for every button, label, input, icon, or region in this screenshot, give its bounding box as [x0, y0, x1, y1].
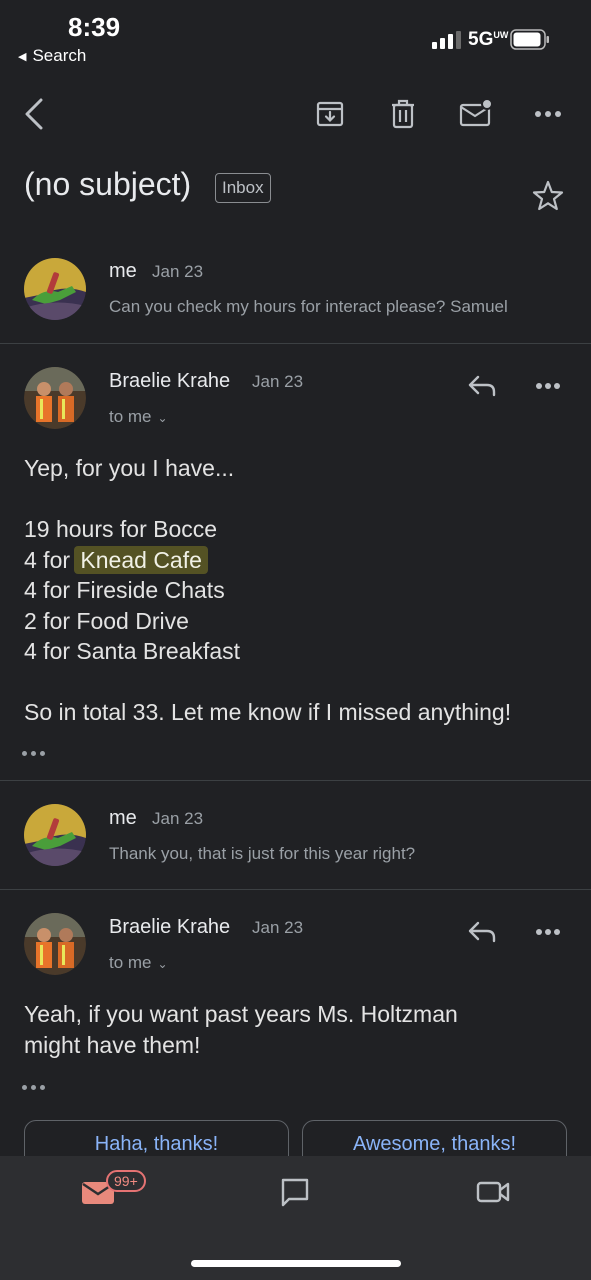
body-line: Yep, for you I have...: [24, 455, 235, 481]
recipient-details-toggle[interactable]: to me ⌄: [109, 407, 168, 427]
message-more-icon[interactable]: [528, 912, 568, 952]
divider: [0, 780, 591, 781]
avatar: [24, 258, 86, 320]
body-line: 4 for Santa Breakfast: [24, 638, 241, 664]
battery-icon: [510, 29, 549, 50]
show-trimmed-content-button[interactable]: [22, 743, 56, 763]
message-date: Jan 23: [252, 372, 304, 391]
body-line: Yeah, if you want past years Ms. Holtzma…: [24, 1001, 458, 1027]
message-date: Jan 23: [152, 262, 204, 281]
trash-icon[interactable]: [385, 96, 421, 132]
show-trimmed-content-button[interactable]: [22, 1077, 56, 1097]
archive-icon[interactable]: [312, 96, 348, 132]
more-options-icon[interactable]: [530, 96, 566, 132]
network-type: 5GUW: [468, 29, 508, 51]
network-label: 5G: [468, 29, 494, 50]
highlighted-term[interactable]: Knead Cafe: [74, 545, 208, 574]
thread-subject: (no subject): [24, 166, 192, 202]
body-line: 19 hours for Bocce: [24, 516, 218, 542]
back-to-search-link[interactable]: ◀ Search: [18, 46, 86, 66]
mark-unread-icon[interactable]: [458, 96, 494, 132]
recipient-details-toggle[interactable]: to me ⌄: [109, 953, 168, 973]
inbox-label-chip[interactable]: Inbox: [215, 173, 271, 203]
meet-video-icon[interactable]: [471, 1174, 515, 1210]
message-body: Yep, for you I have... 19 hours for Bocc…: [24, 453, 511, 728]
avatar: [24, 367, 86, 429]
body-line: 2 for Food Drive: [24, 607, 189, 634]
avatar: [24, 913, 86, 975]
body-line: 4 for Fireside Chats: [24, 577, 225, 603]
back-app-label: Search: [32, 46, 87, 65]
divider: [0, 343, 591, 344]
sender-name: me: [109, 260, 137, 282]
message-snippet: Can you check my hours for interact plea…: [109, 297, 508, 316]
network-sup: UW: [493, 30, 509, 40]
home-indicator: [191, 1260, 401, 1267]
body-line-prefix: 4 for: [24, 546, 71, 573]
cellular-signal-icon: [432, 31, 461, 49]
chevron-down-icon: ⌄: [157, 957, 168, 971]
message-date: Jan 23: [252, 918, 304, 937]
message-snippet: Thank you, that is just for this year ri…: [109, 844, 416, 863]
chat-icon[interactable]: [273, 1174, 317, 1210]
message-toolbar: [0, 80, 591, 150]
avatar: [24, 804, 86, 866]
unread-count-badge: 99+: [106, 1170, 146, 1192]
back-arrow-icon[interactable]: [16, 96, 52, 132]
back-triangle-icon: ◀: [18, 51, 27, 63]
sender-name: Braelie Krahe: [109, 916, 231, 938]
body-line: might have them!: [24, 1031, 201, 1058]
sender-name: me: [109, 807, 137, 829]
body-line: So in total 33. Let me know if I missed …: [24, 699, 512, 725]
status-time: 8:39: [68, 12, 121, 42]
sender-name: Braelie Krahe: [109, 370, 231, 392]
recipient-label: to me: [109, 953, 152, 972]
body-line: 4 for Knead Cafe: [24, 545, 511, 576]
message-date: Jan 23: [152, 809, 204, 828]
recipient-label: to me: [109, 407, 152, 426]
reply-icon[interactable]: [462, 366, 502, 406]
status-bar: 8:39 ◀ Search 5GUW: [0, 0, 591, 70]
reply-icon[interactable]: [462, 912, 502, 952]
chevron-down-icon: ⌄: [157, 411, 168, 425]
message-more-icon[interactable]: [528, 366, 568, 406]
message-body: Yeah, if you want past years Ms. Holtzma…: [24, 999, 458, 1060]
star-icon[interactable]: [530, 178, 566, 214]
divider: [0, 889, 591, 890]
